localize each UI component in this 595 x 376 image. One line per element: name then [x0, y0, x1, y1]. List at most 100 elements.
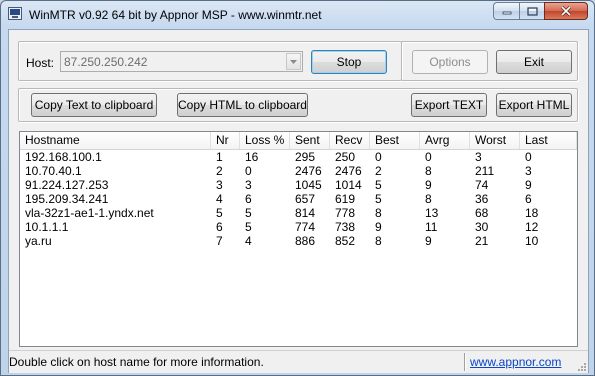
copy-text-button[interactable]: Copy Text to clipboard [31, 93, 157, 117]
last-cell: 18 [525, 206, 539, 220]
column-best[interactable]: Best [370, 132, 420, 149]
last-cell: 6 [525, 192, 532, 206]
column-sent[interactable]: Sent [290, 132, 330, 149]
export-html-button[interactable]: Export HTML [496, 93, 572, 117]
best-cell: 8 [375, 234, 382, 248]
table-header: Hostname Nr Loss % Sent Recv Best Avrg W… [20, 132, 577, 150]
recv-cell: 619 [335, 192, 356, 206]
best-cell: 9 [375, 220, 382, 234]
hostname-cell[interactable]: 91.224.127.253 [20, 178, 108, 192]
avrg-cell: 8 [425, 192, 432, 206]
sent-cell: 657 [295, 192, 316, 206]
column-worst[interactable]: Worst [470, 132, 520, 149]
hostname-cell[interactable]: 10.1.1.1 [20, 220, 68, 234]
column-hostname[interactable]: Hostname [20, 132, 211, 149]
nr-cell: 6 [216, 220, 223, 234]
close-button[interactable] [544, 2, 588, 20]
recv-cell: 250 [335, 150, 356, 164]
sent-cell: 814 [295, 206, 316, 220]
best-cell: 2 [375, 164, 382, 178]
maximize-button[interactable] [519, 2, 544, 20]
maximize-icon [526, 6, 538, 16]
hostname-cell[interactable]: vla-32z1-ae1-1.yndx.net [20, 206, 154, 220]
avrg-cell: 8 [425, 164, 432, 178]
best-cell: 8 [375, 206, 382, 220]
app-window: WinMTR v0.92 64 bit by Appnor MSP - www.… [0, 0, 595, 376]
last-cell: 0 [525, 150, 532, 164]
sent-cell: 1045 [295, 178, 322, 192]
close-icon [560, 6, 572, 16]
minimize-button[interactable] [493, 2, 519, 20]
status-text: Double click on host name for more infor… [9, 355, 264, 369]
recv-cell: 778 [335, 206, 356, 220]
worst-cell: 3 [475, 150, 482, 164]
recv-cell: 1014 [335, 178, 362, 192]
worst-cell: 30 [475, 220, 489, 234]
title-bar[interactable]: WinMTR v0.92 64 bit by Appnor MSP - www.… [1, 1, 594, 28]
table-row[interactable]: 195.209.34.241 4 6 657 619 5 8 36 6 [20, 192, 577, 206]
worst-cell: 211 [475, 164, 495, 178]
options-button[interactable]: Options [412, 50, 488, 74]
nr-cell: 2 [216, 164, 223, 178]
worst-cell: 74 [475, 178, 489, 192]
hostname-cell[interactable]: 10.70.40.1 [20, 164, 82, 178]
last-cell: 3 [525, 164, 532, 178]
table-row[interactable]: 91.224.127.253 3 3 1045 1014 5 9 74 9 [20, 178, 577, 192]
sent-cell: 2476 [295, 164, 322, 178]
nr-cell: 4 [216, 192, 223, 206]
recv-cell: 738 [335, 220, 356, 234]
appnor-link[interactable]: www.appnor.com [470, 355, 561, 369]
status-divider [464, 353, 465, 371]
recv-cell: 2476 [335, 164, 362, 178]
column-loss[interactable]: Loss % [240, 132, 290, 149]
recv-cell: 852 [335, 234, 356, 248]
nr-cell: 5 [216, 206, 223, 220]
table-row[interactable]: 192.168.100.1 1 16 295 250 0 0 3 0 [20, 150, 577, 164]
loss-cell: 4 [245, 234, 252, 248]
export-text-button[interactable]: Export TEXT [411, 93, 487, 117]
column-last[interactable]: Last [520, 132, 577, 149]
sent-cell: 295 [295, 150, 316, 164]
nr-cell: 1 [216, 150, 223, 164]
table-row[interactable]: 10.1.1.1 6 5 774 738 9 11 30 12 [20, 220, 577, 234]
hostname-cell[interactable]: 195.209.34.241 [20, 192, 108, 206]
results-table[interactable]: Hostname Nr Loss % Sent Recv Best Avrg W… [19, 131, 578, 347]
worst-cell: 68 [475, 206, 489, 220]
avrg-cell: 9 [425, 234, 432, 248]
loss-cell: 16 [245, 150, 259, 164]
winmtr-app-icon [8, 7, 22, 20]
loss-cell: 5 [245, 220, 252, 234]
column-recv[interactable]: Recv [330, 132, 370, 149]
table-row[interactable]: 10.70.40.1 2 0 2476 2476 2 8 211 3 [20, 164, 577, 178]
hostname-cell[interactable]: ya.ru [20, 234, 52, 248]
host-combobox[interactable]: 87.250.250.242 [60, 51, 303, 72]
last-cell: 9 [525, 178, 532, 192]
nr-cell: 7 [216, 234, 223, 248]
last-cell: 10 [525, 234, 539, 248]
host-label: Host: [26, 56, 55, 70]
avrg-cell: 0 [425, 150, 432, 164]
avrg-cell: 13 [425, 206, 439, 220]
column-nr[interactable]: Nr [211, 132, 240, 149]
resize-grip-icon[interactable] [575, 360, 587, 372]
stop-button[interactable]: Stop [311, 50, 387, 74]
caption-buttons [493, 2, 588, 21]
last-cell: 12 [525, 220, 539, 234]
loss-cell: 6 [245, 192, 252, 206]
avrg-cell: 11 [425, 220, 438, 234]
best-cell: 5 [375, 192, 382, 206]
exit-button[interactable]: Exit [496, 50, 572, 74]
table-row[interactable]: vla-32z1-ae1-1.yndx.net 5 5 814 778 8 13… [20, 206, 577, 220]
column-avrg[interactable]: Avrg [420, 132, 470, 149]
avrg-cell: 9 [425, 178, 432, 192]
sent-cell: 886 [295, 234, 316, 248]
status-bar: Double click on host name for more infor… [9, 350, 588, 373]
minimize-icon [502, 11, 511, 15]
loss-cell: 0 [245, 164, 252, 178]
hostname-cell[interactable]: 192.168.100.1 [20, 150, 102, 164]
table-row[interactable]: ya.ru 7 4 886 852 8 9 21 10 [20, 234, 577, 248]
chevron-down-icon [290, 59, 297, 64]
copy-html-button[interactable]: Copy HTML to clipboard [177, 93, 308, 117]
client-area: Host: 87.250.250.242 Stop Options Exit C… [8, 29, 589, 373]
host-dropdown-button[interactable] [286, 53, 301, 70]
